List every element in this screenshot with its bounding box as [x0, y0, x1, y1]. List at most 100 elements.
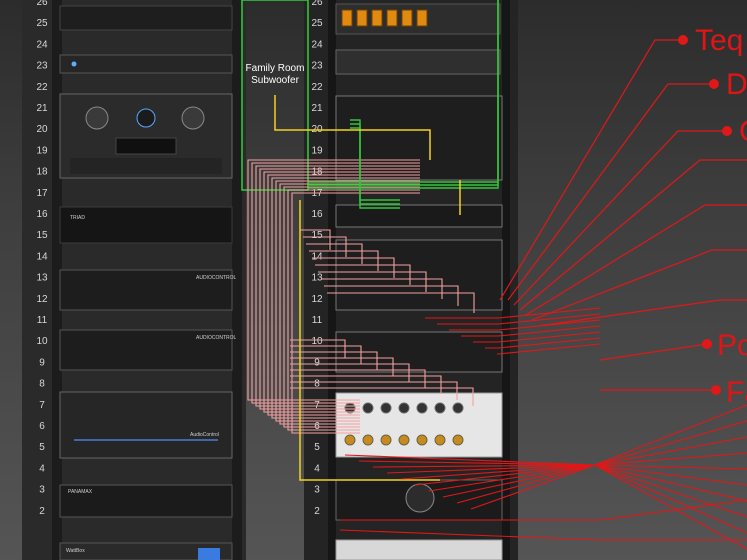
callout-dot-4	[702, 339, 712, 349]
rack-unit-number: 5	[314, 442, 320, 453]
rack-unit-number: 15	[311, 230, 323, 241]
receiver-rear-panel	[335, 95, 503, 181]
red-callout-line	[513, 130, 727, 306]
receiver-volume-knob-right	[181, 106, 205, 130]
receiver-lower-panel	[70, 158, 222, 174]
rack-unit-number: 12	[311, 294, 323, 305]
xlr-connector-icon	[416, 402, 428, 414]
outlet-icon	[401, 9, 413, 27]
receiver-volume-knob-left	[85, 106, 109, 130]
rack-unit-number: 9	[39, 357, 45, 368]
blu-ray-player	[59, 54, 233, 74]
outlet-icon	[371, 9, 383, 27]
red-callout-line	[507, 83, 714, 301]
receiver-logo-icon	[136, 108, 156, 128]
rack-unit-number: 25	[36, 18, 48, 29]
rack-unit-number: 24	[311, 39, 323, 50]
xlr-connector-icon	[398, 402, 410, 414]
outlet-icon	[416, 9, 428, 27]
binding-post-icon	[452, 434, 464, 446]
outlet-icon	[341, 9, 353, 27]
rack-unit-number: 20	[36, 124, 48, 135]
rack-unit-number: 15	[36, 230, 48, 241]
binding-post-icon	[362, 434, 374, 446]
rack-unit-number: 3	[39, 485, 45, 496]
amplifier-3	[59, 391, 233, 459]
callout-label-5: Fa	[726, 376, 747, 409]
rack-unit-number: 4	[39, 463, 45, 474]
rack-unit-number: 26	[36, 0, 48, 8]
wiring-diagram: 26 25 24 23 22 21 20 19 18 17 16 15 14 13 12 11 10 9 8 7 6 5 4…	[0, 0, 747, 560]
rack-unit-number: 25	[311, 18, 323, 29]
binding-post-icon	[398, 434, 410, 446]
rack-unit-number: 17	[36, 188, 48, 199]
receiver-display	[115, 137, 177, 155]
subwoofer-label-line1: Family Room	[246, 63, 305, 74]
amp-3-brand: AudioControl	[190, 432, 219, 438]
rack-unit-number: 22	[36, 82, 48, 93]
binding-post-icon	[434, 434, 446, 446]
callout-label-1: Teq	[695, 24, 743, 57]
blu-ray-power-icon	[71, 61, 77, 67]
outlet-icon	[386, 9, 398, 27]
rack-unit-number: 13	[36, 273, 48, 284]
amp-1-brand: AUDIOCONTROL	[196, 275, 237, 281]
callout-dot-5	[711, 385, 721, 395]
callout-labels: Teq D G Po Fa	[678, 24, 747, 409]
rack-unit-number: 18	[36, 167, 48, 178]
xlr-connector-icon	[452, 402, 464, 414]
red-callout-line	[525, 204, 747, 316]
rack-unit-number: 3	[314, 485, 320, 496]
rack-unit-number: 12	[36, 294, 48, 305]
xlr-connector-icon	[380, 402, 392, 414]
rack-unit-number: 26	[311, 0, 323, 8]
red-callout-line	[531, 249, 747, 321]
callout-dot-1	[678, 35, 688, 45]
rack-unit-number: 14	[36, 251, 48, 262]
ups-display	[198, 548, 220, 560]
rack-unit-number: 2	[39, 506, 45, 517]
rack-wiring-svg: 2625242322212019181716151413121110987654…	[22, 0, 747, 560]
binding-post-icon	[380, 434, 392, 446]
left-rack: 2625242322212019181716151413121110987654…	[22, 0, 246, 560]
rack-unit-number: 5	[39, 442, 45, 453]
red-callout-line	[519, 159, 747, 311]
rack-unit-number: 4	[314, 463, 320, 474]
rack-unit-number: 8	[39, 379, 45, 390]
callout-dot-2	[709, 79, 719, 89]
triad-logo: TRIAD	[70, 215, 85, 221]
rack-unit-number: 24	[36, 39, 48, 50]
rack-unit-number: 19	[311, 145, 323, 156]
right-rack: 2625242322212019181716151413121110987654…	[304, 0, 518, 560]
fan-icon	[405, 483, 435, 513]
left-rack-blank-top	[59, 5, 233, 31]
rack-unit-number: 7	[39, 400, 45, 411]
binding-post-icon	[416, 434, 428, 446]
rack-unit-number: 14	[311, 251, 323, 262]
rack-unit-number: 6	[39, 421, 45, 432]
rack-unit-number: 19	[36, 145, 48, 156]
bottom-power-strip	[335, 539, 503, 560]
rack-unit-number: 21	[311, 103, 323, 114]
callout-label-4: Po	[717, 329, 747, 362]
network-switch	[335, 49, 501, 75]
rack-unit-number: 16	[36, 209, 48, 220]
callout-label-3: G	[739, 115, 747, 148]
red-callout-line	[499, 39, 683, 301]
callout-dot-3	[722, 126, 732, 136]
outlet-icon	[356, 9, 368, 27]
callout-label-2: D	[726, 68, 747, 101]
red-callout-line	[599, 343, 708, 361]
rack-unit-number: 11	[312, 315, 323, 326]
xlr-connector-icon	[434, 402, 446, 414]
amp-2-brand: AUDIOCONTROL	[196, 335, 237, 341]
rack-unit-number: 16	[311, 209, 323, 220]
triad-amplifier	[59, 206, 233, 244]
binding-post-icon	[344, 434, 356, 446]
rack-unit-number: 2	[314, 506, 320, 517]
red-callout-line	[537, 299, 747, 327]
panamax-label: PANAMAX	[68, 489, 93, 495]
rack-unit-number: 23	[311, 61, 323, 72]
rack-unit-number: 22	[311, 82, 323, 93]
rack-unit-number: 11	[37, 315, 48, 326]
